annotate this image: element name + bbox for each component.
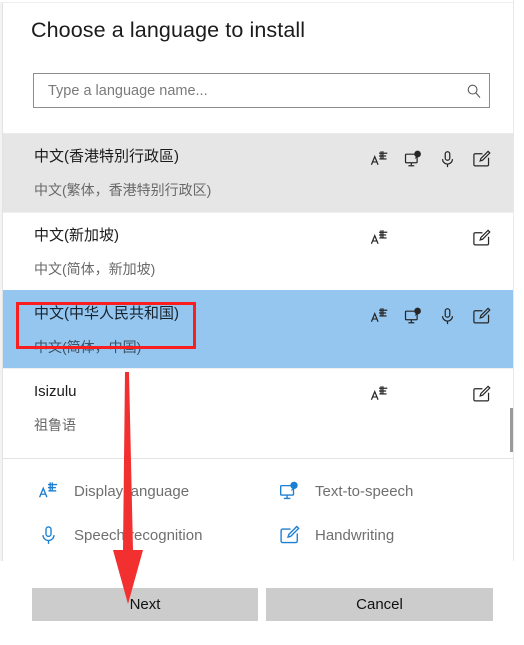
window-right-edge: [513, 0, 524, 645]
list-item[interactable]: 中文(香港特別行政區) 中文(繁体，香港特别行政区): [3, 134, 513, 212]
text-to-speech-icon: [402, 305, 424, 327]
page-title: Choose a language to install: [31, 18, 306, 42]
language-native-name: 祖鲁语: [34, 417, 76, 433]
row-capability-icons: [368, 383, 492, 405]
handwriting-icon: [470, 383, 492, 405]
search-icon[interactable]: [459, 74, 489, 107]
next-button[interactable]: Next: [32, 588, 258, 621]
language-native-name: 中文(简体，中国): [34, 339, 142, 355]
list-item[interactable]: 中文(中华人民共和国) 中文(简体，中国): [3, 290, 513, 368]
language-install-dialog: Choose a language to install 中文(香港特別行政區)…: [0, 0, 524, 645]
legend-label: Handwriting: [315, 526, 395, 544]
language-list[interactable]: 中文(香港特別行政區) 中文(繁体，香港特别行政区) 中文(新加坡) 中文(简体…: [3, 133, 513, 458]
search-input[interactable]: [34, 74, 459, 107]
legend-item-handwriting: Handwriting: [271, 513, 513, 557]
display-language-icon: [368, 305, 390, 327]
speech-recognition-icon: [36, 523, 60, 547]
list-item[interactable]: 中文(新加坡) 中文(简体，新加坡): [3, 212, 513, 290]
cancel-button[interactable]: Cancel: [266, 588, 493, 621]
handwriting-icon: [470, 148, 492, 170]
display-language-icon: [36, 479, 60, 503]
list-scrollbar-thumb[interactable]: [510, 408, 513, 452]
legend-item-text-to-speech: Text-to-speech: [271, 469, 513, 513]
handwriting-icon: [470, 227, 492, 249]
language-native-name: 中文(简体，新加坡): [34, 261, 156, 277]
row-capability-icons: [368, 227, 492, 249]
text-to-speech-icon: [402, 148, 424, 170]
speech-recognition-icon: [436, 305, 458, 327]
legend-label: Text-to-speech: [315, 482, 414, 500]
list-item[interactable]: Isizulu 祖鲁语: [3, 368, 513, 446]
handwriting-icon: [470, 305, 492, 327]
dialog-footer: Next Cancel: [0, 561, 524, 645]
row-capability-icons: [368, 305, 492, 327]
row-capability-icons: [368, 148, 492, 170]
legend-label: Speech recognition: [74, 526, 203, 544]
legend-item-speech-recognition: Speech recognition: [3, 513, 271, 557]
display-language-icon: [368, 227, 390, 249]
handwriting-icon: [277, 523, 301, 547]
legend-item-display-language: Display language: [3, 469, 271, 513]
legend-label: Display language: [74, 482, 190, 500]
display-language-icon: [368, 383, 390, 405]
window-top-edge: [0, 0, 524, 3]
search-box[interactable]: [33, 73, 490, 108]
language-native-name: 中文(繁体，香港特别行政区): [34, 182, 212, 198]
speech-recognition-icon: [436, 148, 458, 170]
capability-legend: Display language Text-to-speech Speech r…: [3, 458, 513, 562]
text-to-speech-icon: [277, 479, 301, 503]
display-language-icon: [368, 148, 390, 170]
